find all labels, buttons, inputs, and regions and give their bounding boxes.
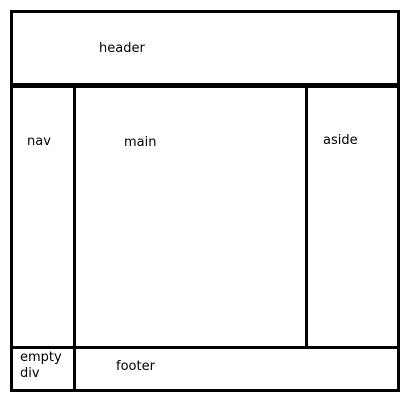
aside-region: aside <box>305 85 400 349</box>
empty-div-region: empty div <box>10 346 76 392</box>
nav-region: nav <box>10 85 76 349</box>
header-label: header <box>99 41 145 56</box>
main-region: main <box>73 85 309 349</box>
empty-div-label: empty div <box>20 350 62 381</box>
footer-region: footer <box>73 346 400 392</box>
aside-label: aside <box>323 133 358 148</box>
main-label: main <box>124 135 157 150</box>
footer-label: footer <box>116 359 155 374</box>
header-region: header <box>10 10 400 86</box>
nav-label: nav <box>27 134 51 149</box>
